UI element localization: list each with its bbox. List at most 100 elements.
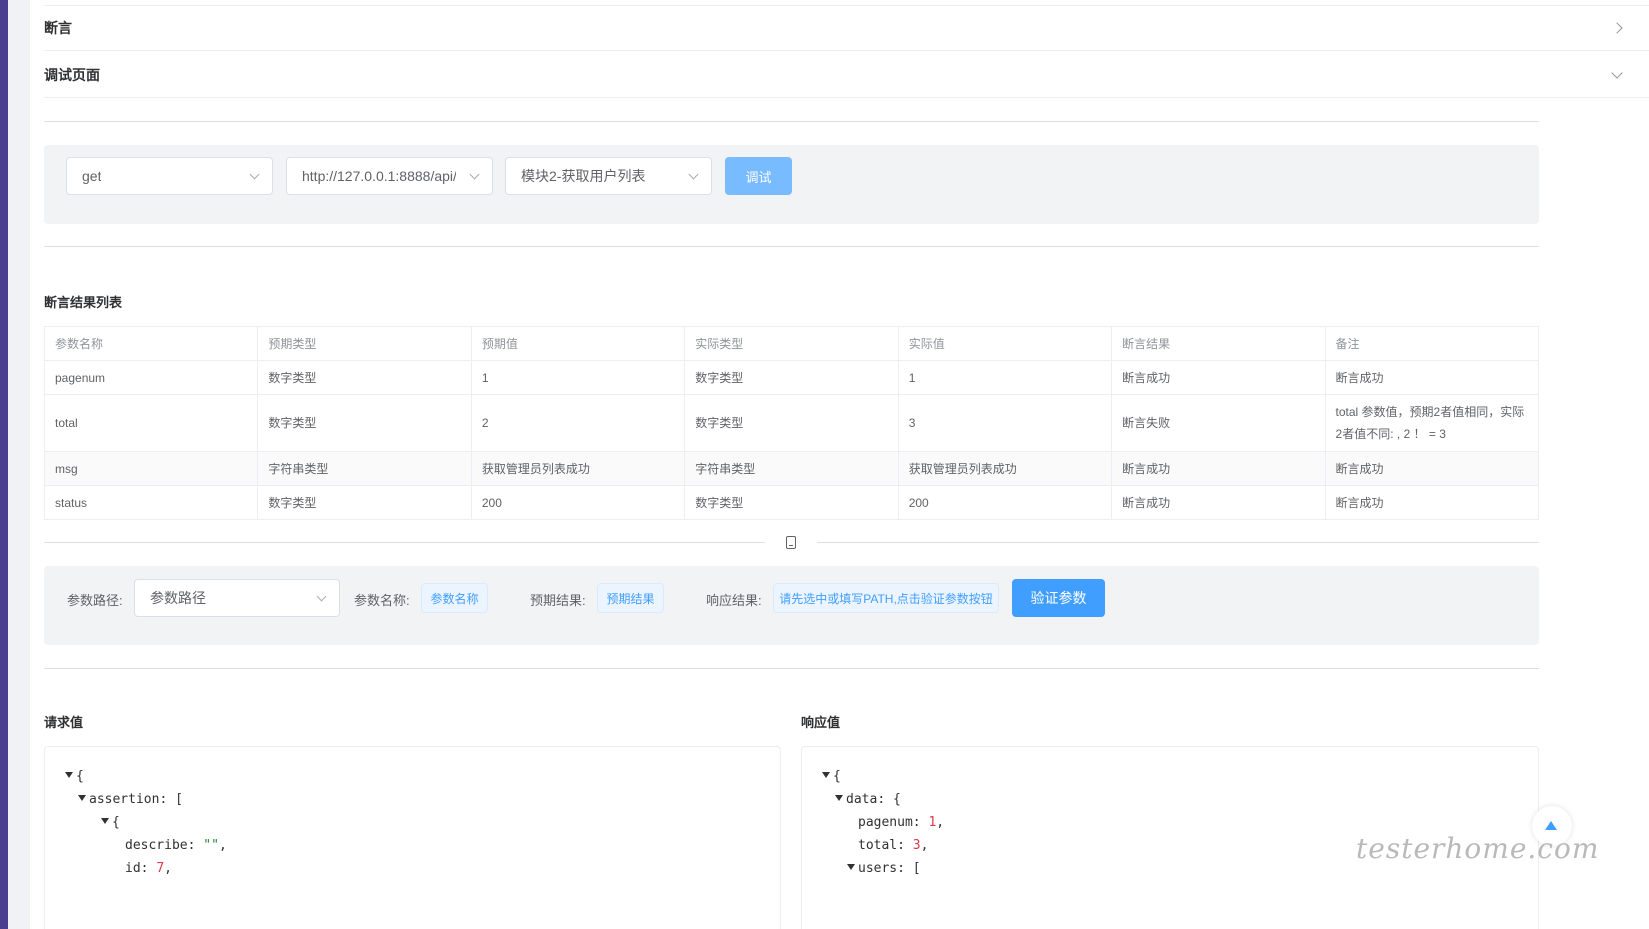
json-line: { xyxy=(822,769,841,784)
json-value: 3 xyxy=(912,838,921,853)
table-header-row: 参数名称 预期类型 预期值 实际类型 实际值 断言结果 备注 xyxy=(43,326,1540,361)
expected-tag: 预期结果 xyxy=(597,583,664,613)
case-value: 模块2-获取用户列表 xyxy=(521,168,646,184)
table-cell: msg xyxy=(43,451,259,486)
collapse-debug[interactable]: 调试页面 xyxy=(44,52,1649,98)
table-cell: 数字类型 xyxy=(684,394,899,452)
page-gutter xyxy=(8,0,30,929)
chevron-down-icon[interactable] xyxy=(1611,66,1623,79)
collapse-toggle-icon[interactable] xyxy=(78,795,86,801)
json-line: total: 3, xyxy=(858,838,929,853)
expected-label: 预期结果: xyxy=(530,593,586,608)
collapse-toggle-icon[interactable] xyxy=(65,772,73,778)
name-label: 参数名称: xyxy=(354,593,410,608)
collapse-debug-title: 调试页面 xyxy=(44,66,100,83)
collapse-toggle-icon[interactable] xyxy=(847,864,855,870)
table-cell: 数字类型 xyxy=(257,394,472,452)
json-line: { xyxy=(65,769,84,784)
debug-panel: get http://127.0.0.1:8888/api/pri 模块2-获取… xyxy=(44,145,1539,224)
table-cell: 断言成功 xyxy=(1111,451,1326,486)
verify-button[interactable]: 验证参数 xyxy=(1012,579,1105,617)
path-placeholder: 参数路径 xyxy=(150,590,206,606)
column-header: 断言结果 xyxy=(1111,326,1326,361)
response-label: 响应结果: xyxy=(706,593,762,608)
table-cell: 断言成功 xyxy=(1324,485,1540,520)
column-header: 备注 xyxy=(1324,326,1540,361)
debug-button[interactable]: 调试 xyxy=(725,157,792,195)
table-cell: 获取管理员列表成功 xyxy=(470,451,686,486)
json-key: describe xyxy=(125,838,188,853)
chevron-down-icon xyxy=(469,169,480,180)
column-header: 实际值 xyxy=(897,326,1113,361)
table-cell: 数字类型 xyxy=(257,360,472,395)
collapse-toggle-icon[interactable] xyxy=(835,795,843,801)
verify-panel: 参数路径: 参数路径 参数名称: 参数名称 预期结果: 预期结果 响应结果: 请… xyxy=(44,566,1539,645)
table-cell: 2 xyxy=(470,394,686,452)
request-json-viewer: { assertion: [ { describe: "", id: 7, xyxy=(44,746,781,929)
table-cell: 字符串类型 xyxy=(257,451,472,486)
divider xyxy=(44,542,765,543)
results-title: 断言结果列表 xyxy=(44,295,123,310)
response-tag: 请先选中或填写PATH,点击验证参数按钮 xyxy=(773,583,999,613)
table-cell: pagenum xyxy=(43,360,259,395)
json-line: { xyxy=(101,815,120,830)
table-row: pagenum 数字类型 1 数字类型 1 断言成功 断言成功 xyxy=(43,360,1540,395)
table-cell: total 参数值，预期2者值相同，实际2者值不同: , 2 ！ = 3 xyxy=(1324,394,1540,452)
table-cell: 断言成功 xyxy=(1324,451,1540,486)
table-row: msg 字符串类型 获取管理员列表成功 字符串类型 获取管理员列表成功 断言成功… xyxy=(43,451,1540,486)
table-cell: 3 xyxy=(897,394,1113,452)
table-cell: 断言成功 xyxy=(1324,360,1540,395)
divider xyxy=(44,246,1539,247)
json-key: data xyxy=(846,792,878,807)
json-line: describe: "", xyxy=(125,838,227,853)
collapse-assertion[interactable]: 断言 xyxy=(44,5,1649,51)
json-key: total xyxy=(858,838,898,853)
json-line: assertion: [ xyxy=(78,792,183,807)
table-cell: 1 xyxy=(470,360,686,395)
table-cell: 200 xyxy=(897,485,1113,520)
collapse-toggle-icon[interactable] xyxy=(101,818,109,824)
divider xyxy=(44,121,1539,122)
collapse-toggle-icon[interactable] xyxy=(822,772,830,778)
chevron-right-icon[interactable] xyxy=(1611,22,1623,34)
response-title: 响应值 xyxy=(801,715,841,730)
url-select[interactable]: http://127.0.0.1:8888/api/pri xyxy=(286,157,493,195)
json-key: assertion xyxy=(89,792,160,807)
tablet-icon xyxy=(786,536,796,549)
table-cell: 断言成功 xyxy=(1111,360,1326,395)
json-value: "" xyxy=(203,838,219,853)
table-cell: 数字类型 xyxy=(684,360,899,395)
main-content: 断言 调试页面 get http://127.0.0.1:8888/api/pr… xyxy=(30,0,1649,929)
table-cell: 断言失败 xyxy=(1111,394,1326,452)
table-cell: status xyxy=(43,485,259,520)
request-title: 请求值 xyxy=(44,715,84,730)
arrow-up-icon xyxy=(1545,821,1557,830)
table-cell: 数字类型 xyxy=(257,485,472,520)
json-line: id: 7, xyxy=(125,861,172,876)
table-cell: 1 xyxy=(897,360,1113,395)
column-header: 参数名称 xyxy=(43,326,259,361)
json-value: 1 xyxy=(928,815,937,830)
json-line: data: { xyxy=(835,792,901,807)
json-key: users xyxy=(858,861,898,876)
path-label: 参数路径: xyxy=(67,593,123,608)
table-cell: 获取管理员列表成功 xyxy=(897,451,1113,486)
chevron-down-icon xyxy=(688,169,699,180)
json-line: users: [ xyxy=(847,861,921,876)
json-value: 7 xyxy=(156,861,165,876)
method-value: get xyxy=(82,168,102,184)
results-table: 参数名称 预期类型 预期值 实际类型 实际值 断言结果 备注 pagenum 数… xyxy=(43,326,1540,520)
json-key: pagenum xyxy=(858,815,913,830)
collapse-assertion-title: 断言 xyxy=(44,20,72,36)
table-cell: 字符串类型 xyxy=(684,451,899,486)
table-row: status 数字类型 200 数字类型 200 断言成功 断言成功 xyxy=(43,485,1540,520)
method-select[interactable]: get xyxy=(66,157,273,195)
path-select[interactable]: 参数路径 xyxy=(134,579,340,617)
json-key: id xyxy=(125,861,141,876)
case-select[interactable]: 模块2-获取用户列表 xyxy=(505,157,712,195)
divider xyxy=(44,668,1539,669)
chevron-down-icon xyxy=(249,169,260,180)
column-header: 预期值 xyxy=(470,326,686,361)
table-cell: total xyxy=(43,394,259,452)
name-tag: 参数名称 xyxy=(421,583,488,613)
